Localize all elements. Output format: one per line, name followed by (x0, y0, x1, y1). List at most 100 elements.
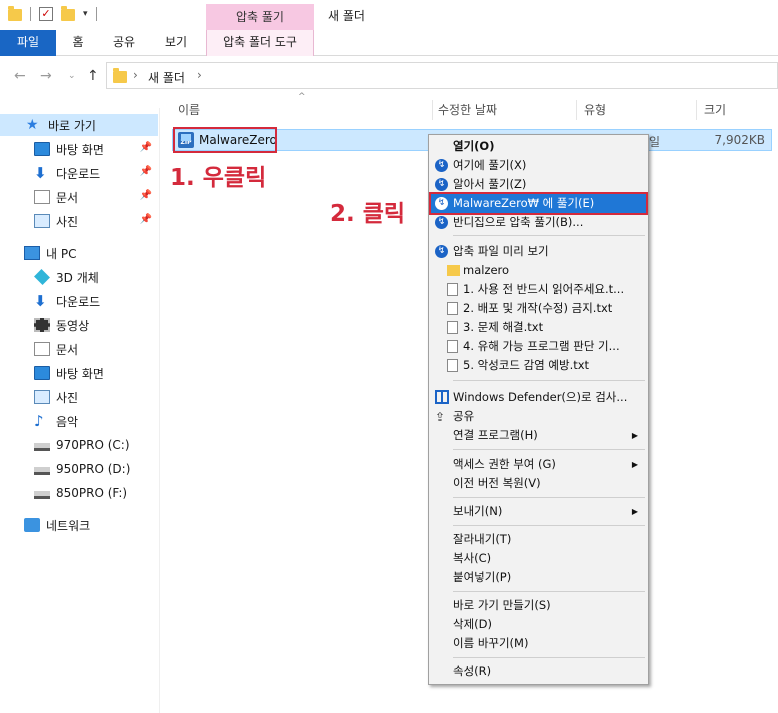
menu-item-paste[interactable]: 붙여넣기(P) (431, 568, 646, 587)
nav-item-pictures[interactable]: 사진 📌 (0, 210, 158, 232)
tab-file[interactable]: 파일 (0, 30, 56, 56)
nav-item-music[interactable]: ♪ 음악 (0, 410, 158, 432)
tab-home[interactable]: 홈 (64, 30, 92, 56)
menu-label: 열기(O) (453, 139, 495, 153)
nav-item-documents[interactable]: 문서 📌 (0, 186, 158, 208)
address-bar[interactable]: › 새 폴더 › (106, 62, 778, 89)
menu-item-send-to[interactable]: 보내기(N) ▶ (431, 502, 646, 521)
column-header-type[interactable]: 유형 (584, 98, 606, 122)
nav-item-drive-c[interactable]: 970PRO (C:) (0, 434, 158, 456)
menu-item-create-shortcut[interactable]: 바로 가기 만들기(S) (431, 596, 646, 615)
properties-check-icon[interactable]: ✓ (39, 6, 53, 21)
menu-item-preview-file[interactable]: 3. 문제 해결.txt (431, 318, 646, 337)
menu-item-give-access[interactable]: 액세스 권한 부여 (G) ▶ (431, 455, 646, 474)
nav-label: 바탕 화면 (56, 366, 104, 381)
divider (30, 6, 31, 21)
menu-label: 붙여넣기(P) (453, 570, 512, 584)
menu-item-share[interactable]: ⇪ 공유 (431, 407, 646, 426)
nav-item-3d-objects[interactable]: 3D 개체 (0, 266, 158, 288)
document-icon (34, 342, 50, 356)
menu-item-open-with[interactable]: 연결 프로그램(H) ▶ (431, 426, 646, 445)
customize-dropdown-icon[interactable]: ▾ (83, 9, 88, 19)
bandizip-icon: ↯ (435, 178, 448, 191)
star-icon: ★ (26, 117, 39, 133)
tab-view[interactable]: 보기 (158, 30, 194, 56)
text-file-icon (447, 340, 458, 353)
nav-item-documents[interactable]: 문서 (0, 338, 158, 360)
nav-this-pc[interactable]: 내 PC (0, 242, 158, 264)
back-arrow-icon[interactable]: ← (14, 68, 26, 84)
nav-item-videos[interactable]: 동영상 (0, 314, 158, 336)
nav-item-drive-f[interactable]: 850PRO (F:) (0, 482, 158, 504)
music-note-icon: ♪ (34, 412, 44, 430)
nav-label: 내 PC (46, 246, 77, 261)
menu-item-rename[interactable]: 이름 바꾸기(M) (431, 634, 646, 653)
menu-label: 여기에 풀기(X) (453, 158, 527, 172)
menu-label: 잘라내기(T) (453, 532, 512, 546)
menu-label: 삭제(D) (453, 617, 492, 631)
forward-arrow-icon[interactable]: → (40, 68, 52, 84)
annotation-step-1: 1. 우클릭 (170, 165, 267, 191)
annotation-step-2: 2. 클릭 (330, 201, 406, 227)
menu-item-extract-auto[interactable]: ↯ 알아서 풀기(Z) (431, 175, 646, 194)
menu-item-extract-to-folder[interactable]: ↯ MalwareZero₩ 에 풀기(E) (429, 192, 648, 215)
text-file-icon (447, 359, 458, 372)
menu-label: 속성(R) (453, 664, 492, 678)
nav-item-desktop[interactable]: 바탕 화면 📌 (0, 138, 158, 160)
menu-item-preview[interactable]: ↯ 압축 파일 미리 보기 (431, 242, 646, 261)
picture-icon (34, 390, 50, 404)
video-icon (34, 318, 50, 332)
download-icon: ⬇ (34, 164, 47, 182)
menu-item-preview-file[interactable]: 1. 사용 전 반드시 읽어주세요.t... (431, 280, 646, 299)
nav-item-downloads[interactable]: ⬇ 다운로드 📌 (0, 162, 158, 184)
tab-share[interactable]: 공유 (106, 30, 142, 56)
menu-item-preview-file[interactable]: 4. 유해 가능 프로그램 판단 기... (431, 337, 646, 356)
menu-label: 반디집으로 압축 풀기(B)... (453, 215, 584, 229)
column-header-size[interactable]: 크기 (704, 98, 726, 122)
menu-label: malzero (463, 263, 510, 277)
highlight-box-file (173, 127, 277, 153)
context-menu: 열기(O) ↯ 여기에 풀기(X) ↯ 알아서 풀기(Z) ↯ MalwareZero… (428, 134, 649, 685)
recent-locations-icon[interactable]: ⌄ (68, 71, 76, 81)
chevron-right-icon[interactable]: › (133, 68, 138, 82)
menu-item-preview-file[interactable]: 2. 배포 및 개작(수정) 금지.txt (431, 299, 646, 318)
pin-icon[interactable]: 📌 (140, 166, 152, 177)
column-header-modified[interactable]: 수정한 날짜 (438, 98, 497, 122)
menu-item-defender-scan[interactable]: Windows Defender(으)로 검사... (431, 388, 646, 407)
chevron-right-icon[interactable]: › (197, 68, 202, 82)
menu-item-delete[interactable]: 삭제(D) (431, 615, 646, 634)
tab-compressed-folder-tools[interactable]: 압축 폴더 도구 (206, 30, 314, 56)
nav-label: 바로 가기 (48, 118, 96, 133)
menu-item-extract-here[interactable]: ↯ 여기에 풀기(X) (431, 156, 646, 175)
nav-item-pictures[interactable]: 사진 (0, 386, 158, 408)
sort-ascending-icon: ^ (298, 92, 306, 102)
divider (453, 525, 645, 526)
menu-item-copy[interactable]: 복사(C) (431, 549, 646, 568)
menu-item-bandizip-extract[interactable]: ↯ 반디집으로 압축 풀기(B)... (431, 213, 646, 232)
nav-item-downloads[interactable]: ⬇ 다운로드 (0, 290, 158, 312)
divider (453, 380, 645, 381)
menu-item-preview-folder[interactable]: malzero (431, 261, 646, 280)
nav-item-drive-d[interactable]: 950PRO (D:) (0, 458, 158, 480)
nav-item-desktop[interactable]: 바탕 화면 (0, 362, 158, 384)
nav-network[interactable]: 네트워크 (0, 514, 158, 536)
breadcrumb-new-folder[interactable]: 새 폴더 (148, 69, 185, 86)
ribbon-tabs: 파일 홈 공유 보기 압축 폴더 도구 (0, 30, 778, 56)
column-header-name[interactable]: 이름 (178, 98, 200, 122)
menu-item-restore-versions[interactable]: 이전 버전 복원(V) (431, 474, 646, 493)
menu-item-cut[interactable]: 잘라내기(T) (431, 530, 646, 549)
menu-item-properties[interactable]: 속성(R) (431, 662, 646, 681)
menu-item-open[interactable]: 열기(O) (431, 137, 646, 156)
pin-icon[interactable]: 📌 (140, 214, 152, 225)
menu-item-preview-file[interactable]: 5. 악성코드 감염 예방.txt (431, 356, 646, 375)
desktop-icon (34, 366, 50, 380)
up-arrow-icon[interactable]: ↑ (87, 68, 99, 84)
nav-label: 사진 (56, 214, 79, 229)
pin-icon[interactable]: 📌 (140, 190, 152, 201)
pin-icon[interactable]: 📌 (140, 142, 152, 153)
document-icon (34, 190, 50, 204)
new-folder-icon[interactable] (61, 6, 75, 21)
menu-label: 이름 바꾸기(M) (453, 636, 529, 650)
nav-quick-access[interactable]: ★ 바로 가기 (0, 114, 158, 136)
bandizip-icon: ↯ (435, 159, 448, 172)
